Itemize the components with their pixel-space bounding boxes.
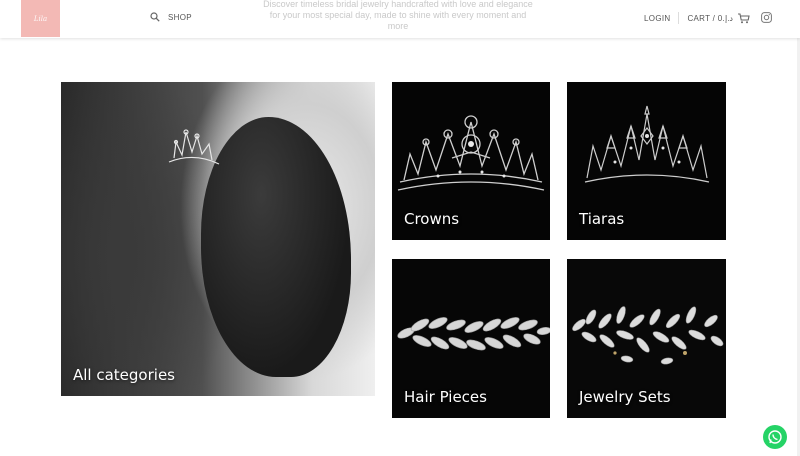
account-nav: LOGIN CART / 0.ﺩ.ﺇ (644, 12, 768, 24)
category-label-all: All categories (73, 366, 175, 384)
hero-faded-text: Discover timeless bridal jewelry handcra… (248, 0, 548, 32)
search-icon (150, 12, 160, 22)
category-tile-hair-pieces[interactable]: Hair Pieces (392, 259, 550, 418)
faded-line-1: Discover timeless bridal jewelry handcra… (263, 0, 533, 9)
site-logo[interactable]: Lila (21, 0, 60, 37)
category-tile-all[interactable]: All categories (61, 82, 375, 396)
shop-label: SHOP (168, 12, 192, 22)
whatsapp-icon[interactable] (763, 425, 787, 449)
cart-link[interactable]: CART / 0.ﺩ.ﺇ (687, 12, 750, 24)
login-link[interactable]: LOGIN (644, 14, 670, 23)
category-label-tiaras: Tiaras (579, 210, 625, 228)
category-tile-crowns[interactable]: Crowns (392, 82, 550, 240)
category-tile-tiaras[interactable]: Tiaras (567, 82, 726, 240)
tiara-image (168, 129, 220, 165)
nav-divider (678, 12, 680, 24)
cart-icon (737, 12, 750, 24)
faded-line-3: more (387, 21, 409, 31)
category-tile-jewelry-sets[interactable]: Jewelry Sets (567, 259, 726, 418)
category-label-jewelry-sets: Jewelry Sets (579, 388, 671, 406)
faded-line-2: for your most special day, made to shine… (269, 10, 527, 20)
shop-search-link[interactable]: SHOP (150, 12, 192, 22)
category-label-crowns: Crowns (404, 210, 460, 228)
category-label-hair-pieces: Hair Pieces (404, 388, 487, 406)
logo-text: Lila (33, 14, 48, 23)
cart-label: CART / 0.ﺩ.ﺇ (687, 13, 733, 23)
instagram-icon[interactable] (761, 12, 772, 23)
